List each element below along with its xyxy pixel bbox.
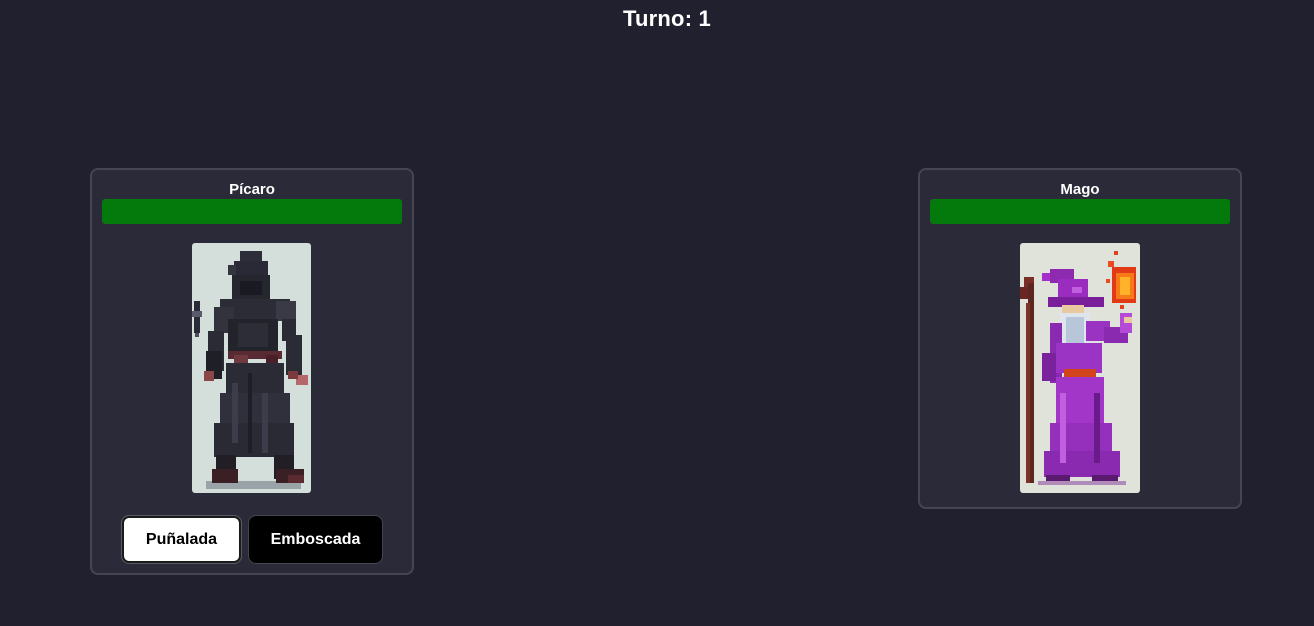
enemy-card: Mago — [918, 168, 1242, 509]
player-card: Pícaro Puñalada Emboscada — [90, 168, 414, 575]
wizard-portrait-icon — [1020, 243, 1140, 493]
player-health-fill — [102, 199, 402, 224]
player-name: Pícaro — [229, 181, 275, 198]
turn-counter: Turno: 1 — [623, 6, 711, 31]
enemy-health-bar — [930, 199, 1230, 224]
enemy-name: Mago — [1060, 181, 1100, 198]
enemy-health-fill — [930, 199, 1230, 224]
ambush-button[interactable]: Emboscada — [249, 516, 382, 563]
stab-button[interactable]: Puñalada — [122, 516, 241, 563]
player-health-bar — [102, 199, 402, 224]
rogue-portrait-icon — [192, 243, 311, 493]
action-buttons: Puñalada Emboscada — [92, 516, 412, 563]
